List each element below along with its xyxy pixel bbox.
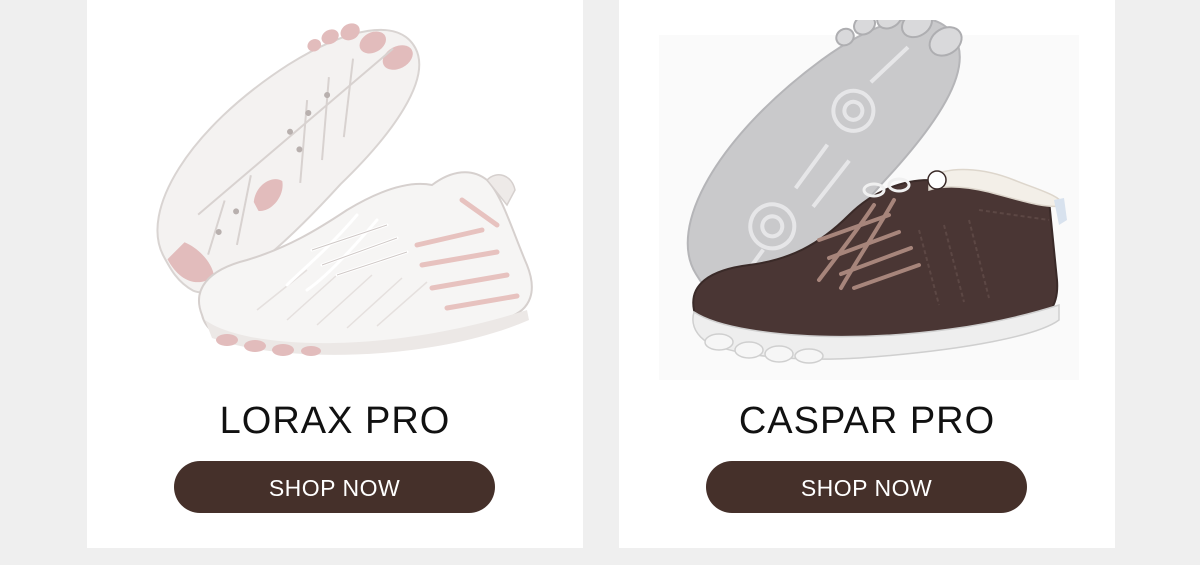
product-grid-section: LORAX PRO SHOP NOW CASPAR PRO SHOP NOW xyxy=(0,0,1200,565)
product-name-lorax-pro[interactable]: LORAX PRO xyxy=(87,397,583,445)
product-name-caspar-pro[interactable]: CASPAR PRO xyxy=(619,397,1115,445)
shop-now-button-lorax-pro[interactable]: SHOP NOW xyxy=(174,461,495,513)
lorax-pro-shoe-image[interactable] xyxy=(87,20,583,380)
caspar-pro-shoe-image[interactable] xyxy=(619,20,1115,380)
product-card-caspar-pro[interactable]: CASPAR PRO SHOP NOW xyxy=(619,0,1115,548)
shop-now-button-caspar-pro[interactable]: SHOP NOW xyxy=(706,461,1027,513)
product-card-lorax-pro[interactable]: LORAX PRO SHOP NOW xyxy=(87,0,583,548)
